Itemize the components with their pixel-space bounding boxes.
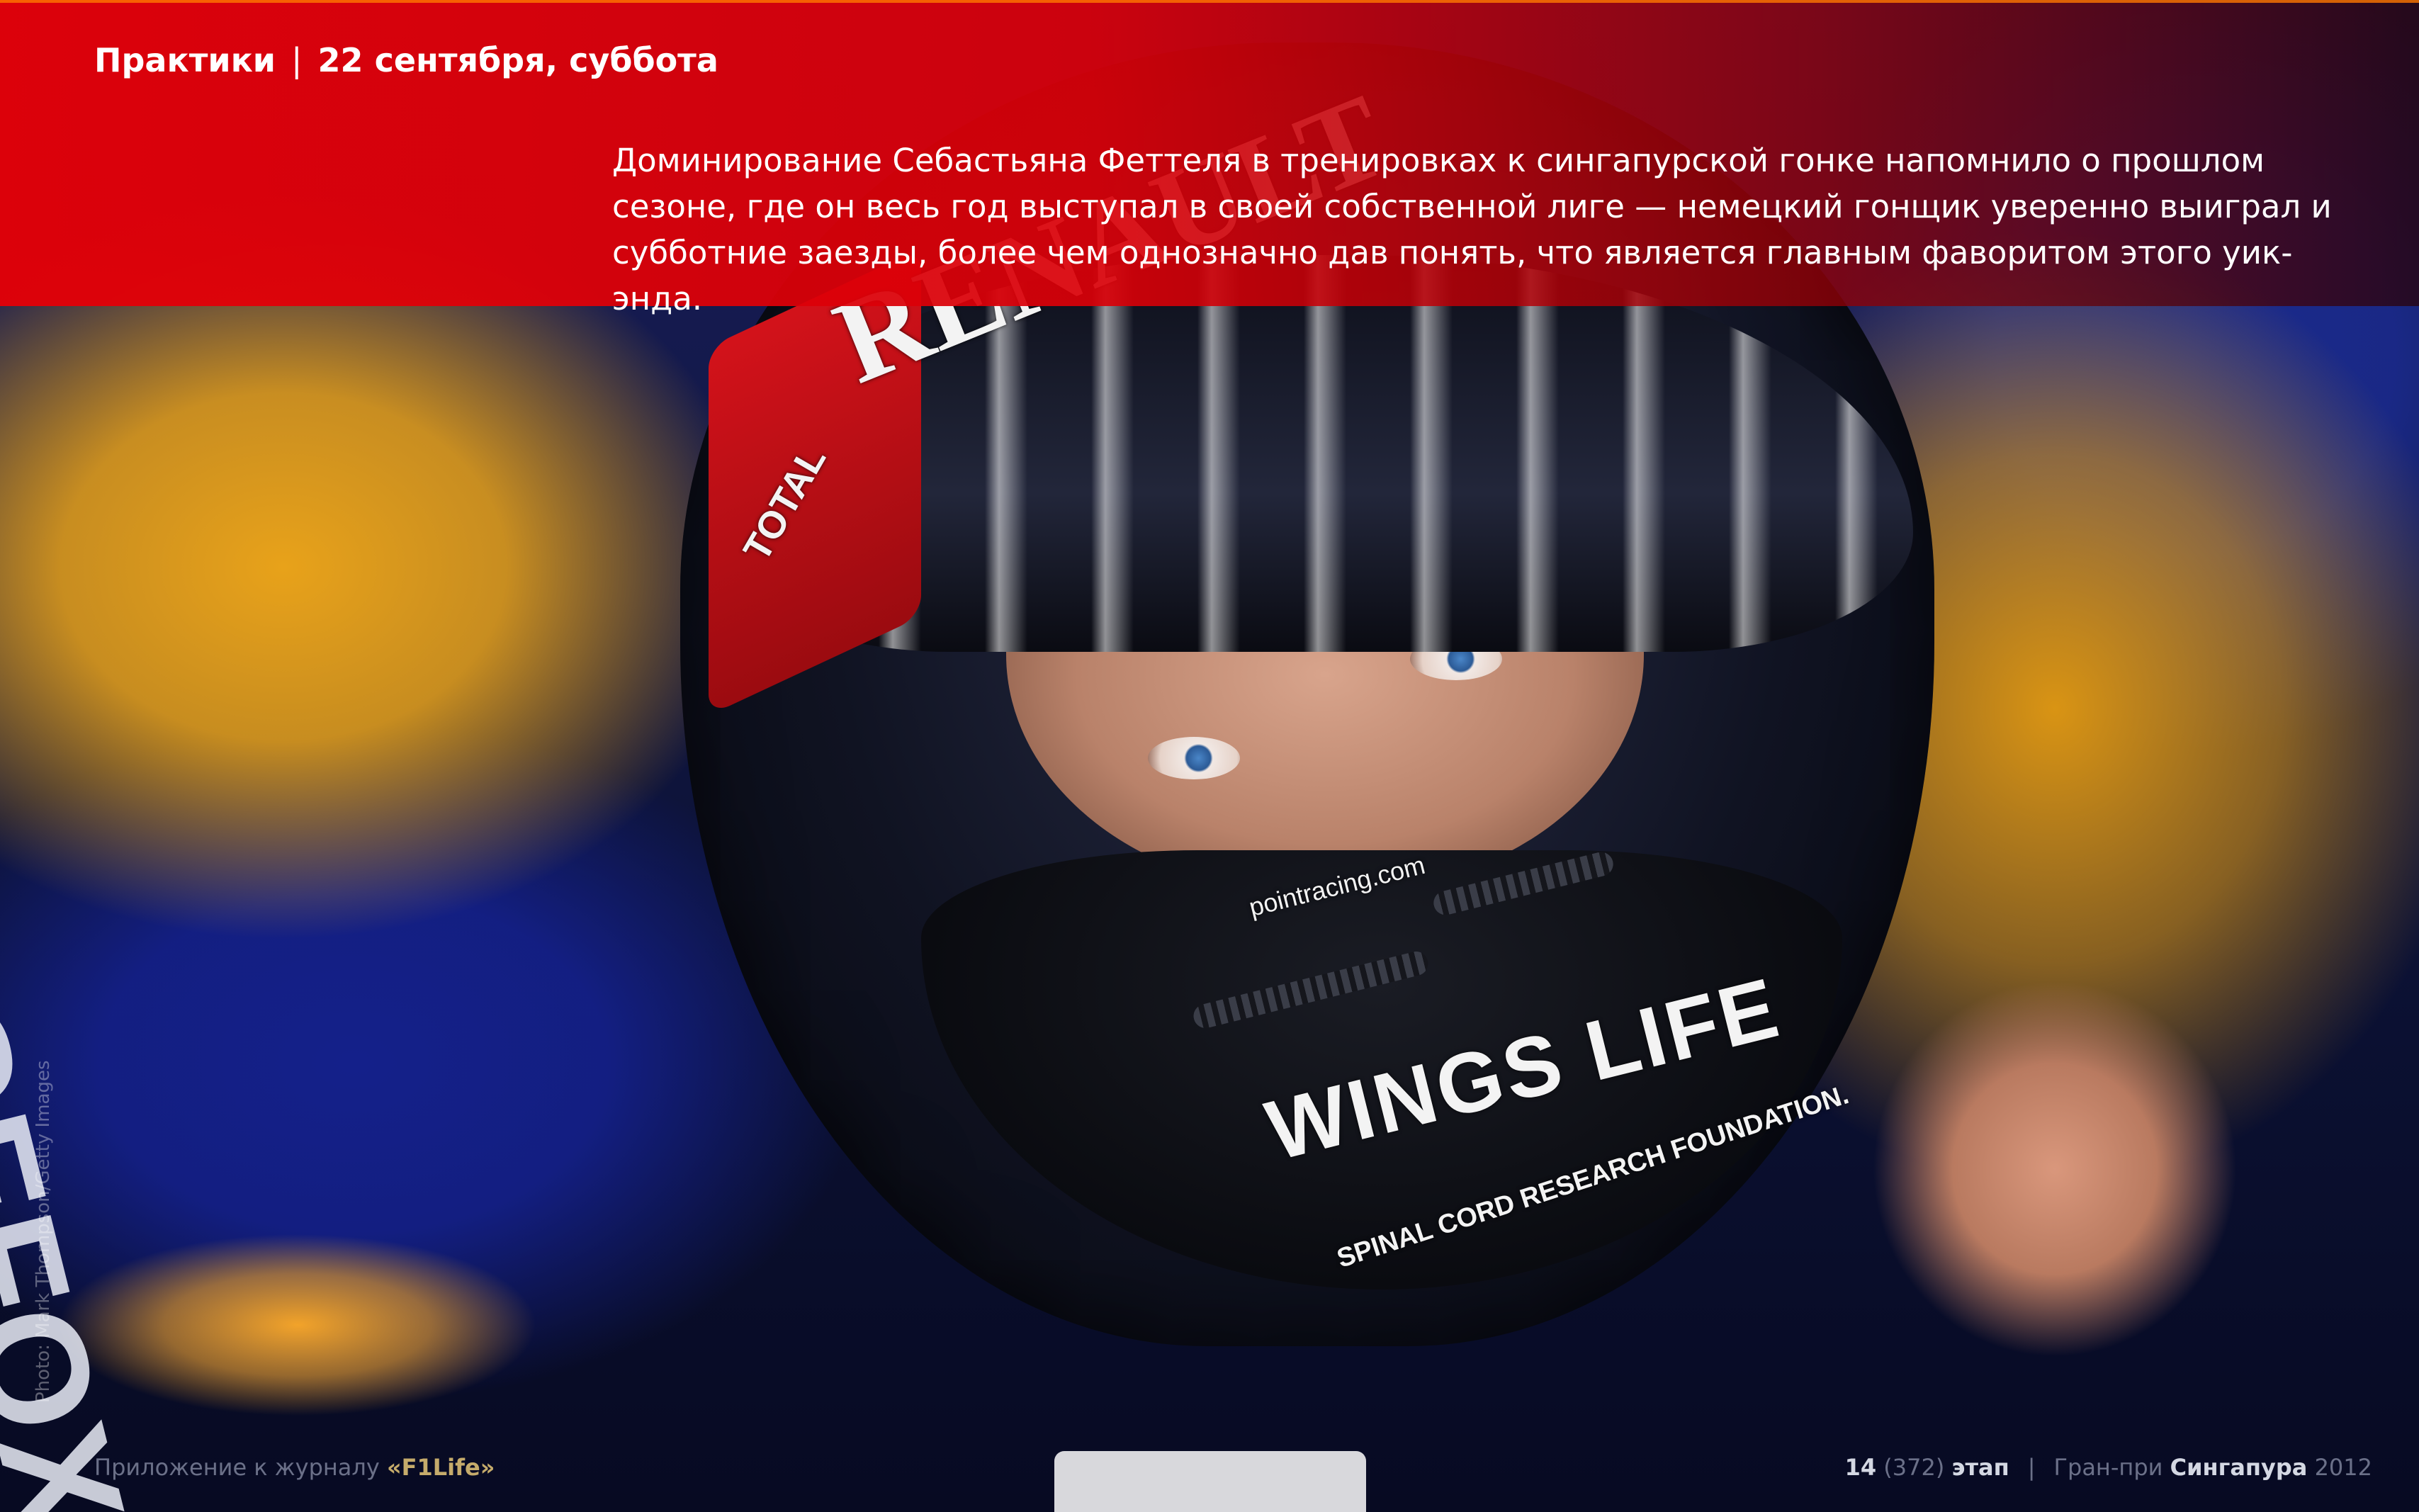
footer-stage-total: (372) [1883,1454,1945,1481]
footer-year: 2012 [2314,1454,2372,1481]
heading-separator: | [291,41,303,79]
footer-race-info: 14 (372) этап | Гран-при Сингапура 2012 [1845,1454,2372,1481]
footer-gp-prefix: Гран-при [2053,1454,2170,1481]
page-tab[interactable] [1054,1451,1366,1512]
section-name: Практики [94,41,276,79]
section-heading: Практики | 22 сентября, суббота [94,41,718,79]
footer-magazine-name: «F1Life» [386,1454,495,1481]
photo-credit: Photo: Mark Thompson/Getty Images [33,1060,54,1403]
footer-separator: | [2027,1454,2036,1481]
footer-stage-number: 14 [1844,1454,1877,1481]
section-date: 22 сентября, суббота [317,41,718,79]
footer-publication-prefix: Приложение к журналу [94,1454,387,1481]
footer-stage-word: этап [1951,1454,2009,1481]
driver-eye-left [1148,737,1240,779]
footer-gp-name: Сингапура [2170,1454,2308,1481]
lead-paragraph: Доминирование Себастьяна Феттеля в трени… [612,142,2332,317]
footer-publication: Приложение к журналу «F1Life» [94,1454,495,1481]
